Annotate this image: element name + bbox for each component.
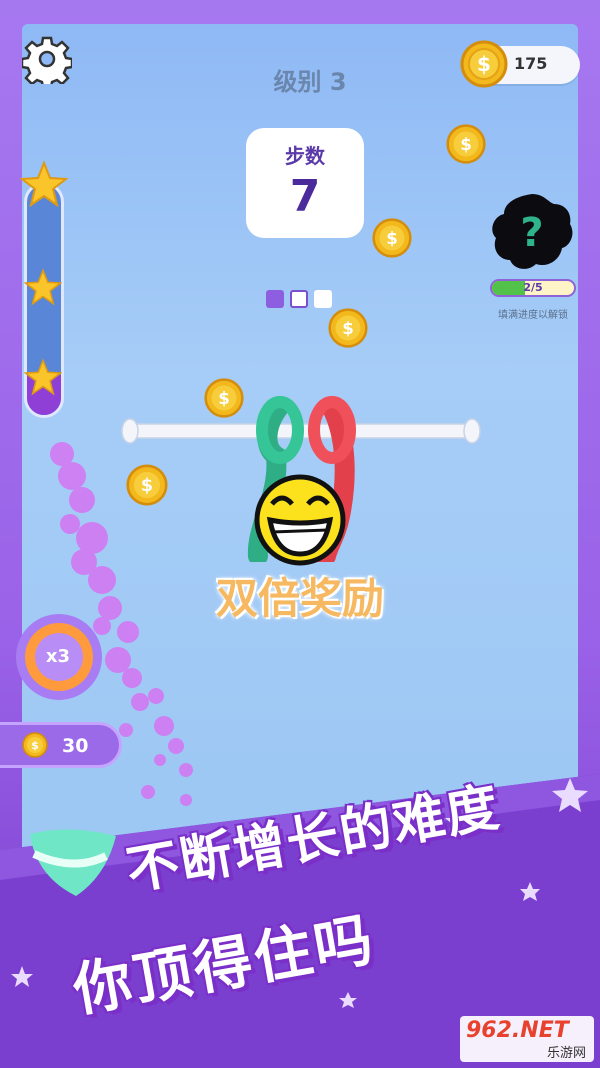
watermark-sub: 乐游网 bbox=[546, 1046, 586, 1061]
smiley-icon bbox=[254, 474, 346, 566]
steps-label: 步数 bbox=[285, 144, 325, 168]
svg-text:$: $ bbox=[31, 739, 39, 752]
question-icon[interactable]: ? bbox=[488, 190, 576, 274]
stage-dot bbox=[314, 290, 332, 308]
steps-card: 步数 7 bbox=[246, 128, 364, 238]
watermark-brand: 962.NET bbox=[466, 1018, 569, 1043]
svg-text:$: $ bbox=[342, 319, 354, 338]
svg-text:$: $ bbox=[460, 135, 472, 154]
svg-text:$: $ bbox=[477, 52, 491, 76]
star-icon bbox=[20, 160, 68, 208]
star-icon bbox=[24, 358, 62, 396]
coin-icon: $ bbox=[328, 308, 368, 348]
coin-icon: $ bbox=[22, 732, 48, 758]
unlock-progress-bar: 2/5 bbox=[490, 279, 576, 297]
reward-coins-button[interactable]: 30 bbox=[0, 722, 122, 768]
double-reward-text: 双倍奖励 bbox=[215, 574, 384, 623]
level-label: 级别 3 bbox=[273, 68, 347, 96]
reward-coins-count: 30 bbox=[62, 735, 89, 757]
svg-text:$: $ bbox=[386, 229, 398, 248]
coin-count: 175 bbox=[514, 54, 548, 73]
gear-icon[interactable] bbox=[22, 34, 72, 84]
unlock-hint: 填满进度以解锁 bbox=[498, 310, 568, 321]
svg-text:?: ? bbox=[520, 210, 543, 256]
coin-icon: $ bbox=[446, 124, 486, 164]
coin-icon: $ bbox=[204, 378, 244, 418]
watermark-logo: 962.NET 乐游网 bbox=[460, 1016, 594, 1062]
svg-text:$: $ bbox=[218, 389, 230, 408]
star-icon bbox=[24, 268, 62, 306]
stage-dot bbox=[266, 290, 284, 308]
multiplier-label: x3 bbox=[45, 646, 71, 667]
coin-icon: $ bbox=[460, 40, 508, 88]
steps-value: 7 bbox=[289, 171, 321, 222]
stage-dot-current bbox=[290, 290, 308, 308]
coin-icon: $ bbox=[372, 218, 412, 258]
unlock-progress-text: 2/5 bbox=[523, 281, 543, 294]
